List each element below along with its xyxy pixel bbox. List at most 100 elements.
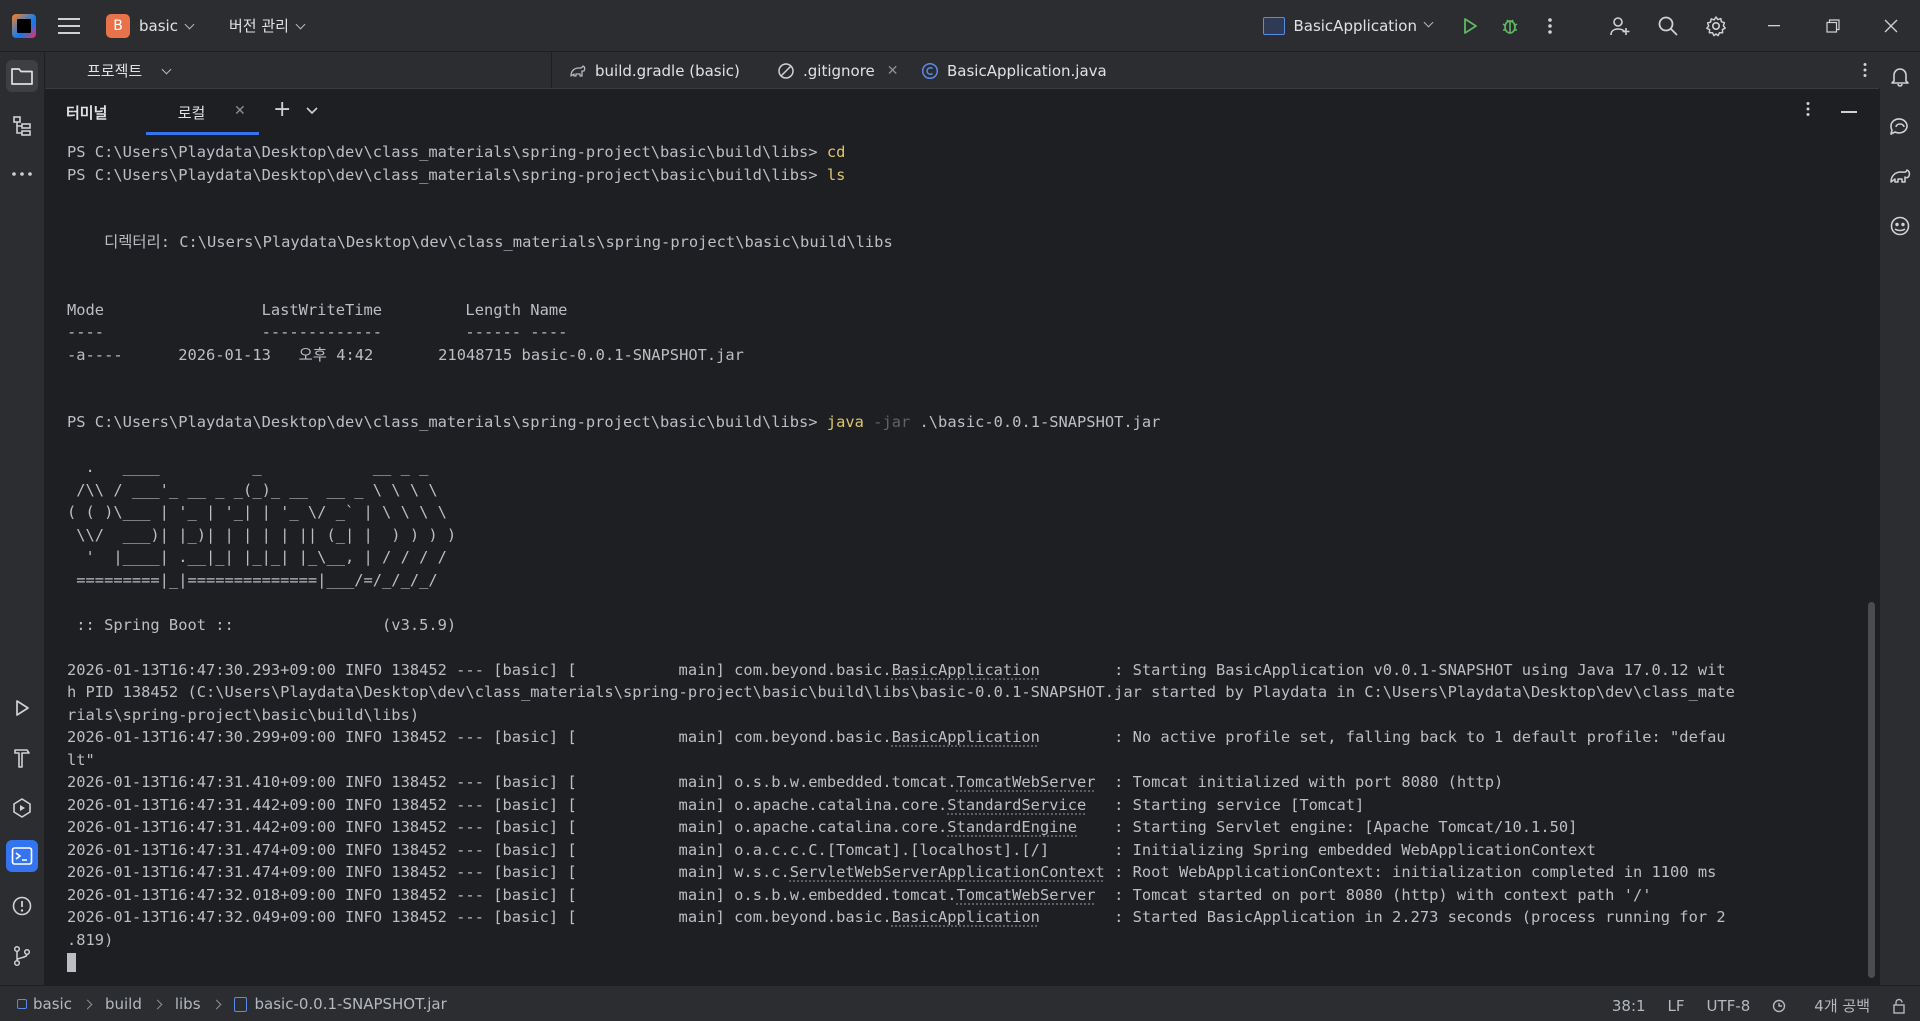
log-line: 2026-01-13T16:47:32.018+09:00 INFO 13845…: [67, 884, 1867, 907]
hide-panel-button[interactable]: [1841, 111, 1857, 113]
settings-button[interactable]: [1696, 6, 1736, 46]
structure-tool-button[interactable]: [6, 110, 38, 142]
terminal-tab-local[interactable]: 로컬 ✕: [146, 89, 259, 135]
code-with-me-button[interactable]: [1600, 6, 1640, 46]
services-tool-button[interactable]: [6, 792, 38, 824]
terminal-command-line: PS C:\Users\Playdata\Desktop\dev\class_m…: [67, 141, 1867, 164]
log-prefix: 2026-01-13T16:47:31.474+09:00 INFO 13845…: [67, 863, 734, 881]
project-tool-button[interactable]: [6, 60, 38, 92]
close-window-button[interactable]: [1862, 0, 1920, 51]
terminal-output-line: ---- ------------- ------ ----: [67, 321, 1867, 344]
project-name-label: basic: [139, 17, 178, 35]
project-badge[interactable]: B: [106, 14, 130, 38]
log-message: : Root WebApplicationContext: initializa…: [1105, 863, 1717, 881]
run-config-icon: [1263, 17, 1285, 35]
editor-tabs-menu-button[interactable]: [1862, 62, 1868, 82]
terminal-scrollbar[interactable]: [1868, 602, 1875, 978]
chevron-down-icon: [185, 19, 195, 29]
vcs-dropdown[interactable]: 버전 관리: [229, 15, 304, 36]
ai-assistant-icon: [1888, 115, 1912, 137]
problems-tool-button[interactable]: [6, 890, 38, 922]
indent-icon: [1772, 998, 1788, 1014]
chevron-right-icon: [152, 999, 162, 1009]
lock-icon[interactable]: [1892, 997, 1906, 1015]
tab-gitignore[interactable]: .gitignore ✕: [777, 60, 899, 82]
log-message: : Starting BasicApplication v0.0.1-SNAPS…: [1040, 661, 1726, 679]
ai-chat-button[interactable]: [1884, 110, 1916, 142]
logger-package: com.beyond.basic.: [734, 908, 892, 926]
copilot-button[interactable]: [1884, 210, 1916, 242]
terminal-text: rials\spring-project\basic\build\libs): [67, 706, 419, 724]
breadcrumb: basic build libs basic-0.0.1-SNAPSHOT.jar: [17, 995, 447, 1013]
git-tool-button[interactable]: [6, 940, 38, 972]
spring-banner-line: \\/ ___)| |_)| | | | | || (_| | ) ) ) ): [67, 524, 1867, 547]
terminal-text: /\\ / ___'_ __ _ _(_)_ __ __ _ \ \ \ \: [67, 481, 438, 499]
log-prefix: 2026-01-13T16:47:32.049+09:00 INFO 13845…: [67, 908, 734, 926]
editor-tab-bar: build.gradle (basic) .gitignore ✕ BasicA…: [551, 52, 1880, 88]
spring-boot-version-line: :: Spring Boot :: (v3.5.9): [67, 614, 1867, 637]
terminal-title: 터미널: [66, 102, 107, 123]
log-message: : Tomcat started on port 8080 (http) wit…: [1096, 886, 1652, 904]
tab-label: build.gradle (basic): [595, 62, 740, 80]
jar-file-icon: [234, 997, 247, 1012]
breadcrumb-item[interactable]: basic-0.0.1-SNAPSHOT.jar: [234, 995, 447, 1013]
run-button[interactable]: [1450, 6, 1490, 46]
log-line: 2026-01-13T16:47:31.474+09:00 INFO 13845…: [67, 839, 1867, 862]
breadcrumb-label: basic-0.0.1-SNAPSHOT.jar: [255, 995, 447, 1013]
terminal-options-dropdown[interactable]: [305, 101, 319, 119]
module-icon: [17, 999, 27, 1009]
notifications-button[interactable]: [1884, 60, 1916, 92]
spring-banner-line: =========|_|==============|___/=/_/_/_/: [67, 569, 1867, 592]
caret-position[interactable]: 38:1: [1612, 997, 1646, 1015]
status-bar: basic build libs basic-0.0.1-SNAPSHOT.jar 3…: [0, 985, 1920, 1021]
build-tool-button[interactable]: [6, 742, 38, 774]
line-separator[interactable]: LF: [1668, 997, 1685, 1015]
debug-button[interactable]: [1490, 6, 1530, 46]
prompt: PS C:\Users\Playdata\Desktop\dev\class_m…: [67, 166, 827, 184]
minimize-window-button[interactable]: [1746, 0, 1804, 51]
project-name-dropdown[interactable]: basic: [139, 17, 193, 35]
breadcrumb-item[interactable]: build: [105, 995, 142, 1013]
log-line-wrap: lt": [67, 749, 1867, 772]
file-encoding[interactable]: UTF-8: [1707, 997, 1751, 1015]
terminal-text: -a---- 2026-01-13 오후 4:42 21048715 basic…: [67, 346, 744, 364]
indent-setting[interactable]: 4개 공백: [1772, 995, 1870, 1016]
run-tool-button[interactable]: [6, 692, 38, 724]
logger-class: ServletWebServerApplicationContext: [790, 863, 1105, 881]
tab-build-gradle[interactable]: build.gradle (basic): [569, 60, 740, 82]
terminal-output[interactable]: PS C:\Users\Playdata\Desktop\dev\class_m…: [67, 141, 1867, 981]
breadcrumb-label: build: [105, 995, 142, 1013]
log-line-wrap: .819): [67, 929, 1867, 952]
run-icon: [12, 698, 32, 718]
more-tool-windows-button[interactable]: [6, 158, 38, 190]
terminal-tool-button[interactable]: [6, 840, 38, 872]
tab-label: BasicApplication.java: [947, 62, 1107, 80]
terminal-menu-button[interactable]: [1805, 101, 1811, 121]
gradle-elephant-icon: [1888, 165, 1912, 187]
close-tab-icon[interactable]: ✕: [234, 103, 246, 119]
terminal-output-line: Mode LastWriteTime Length Name: [67, 299, 1867, 322]
breadcrumb-item[interactable]: basic: [17, 995, 72, 1013]
terminal-text: \\/ ___)| |_)| | | | | || (_| | ) ) ) ): [67, 526, 456, 544]
copilot-icon: [1889, 215, 1911, 237]
breadcrumb-item[interactable]: libs: [175, 995, 201, 1013]
search-everywhere-button[interactable]: [1648, 6, 1688, 46]
chevron-down-icon: [1424, 18, 1434, 28]
terminal-text: 디렉터리: C:\Users\Playdata\Desktop\dev\clas…: [67, 233, 893, 251]
logger-class: TomcatWebServer: [957, 773, 1096, 791]
title-bar: B basic 버전 관리 BasicApplication: [0, 0, 1920, 52]
prompt-cursor-line: [67, 951, 1867, 974]
project-panel-header[interactable]: 프로젝트: [45, 52, 551, 88]
tab-basic-application[interactable]: BasicApplication.java: [921, 60, 1107, 82]
close-tab-icon[interactable]: ✕: [887, 63, 899, 79]
new-terminal-tab-button[interactable]: +: [273, 97, 291, 122]
run-configuration-dropdown[interactable]: BasicApplication: [1263, 17, 1432, 35]
terminal-header: 터미널 로컬 ✕ +: [45, 89, 1879, 135]
restore-window-button[interactable]: [1804, 0, 1862, 51]
gradle-tool-button[interactable]: [1884, 160, 1916, 192]
more-actions-button[interactable]: [1530, 6, 1570, 46]
ellipsis-icon: [11, 171, 33, 177]
intellij-logo-icon[interactable]: [12, 14, 36, 38]
main-menu-icon[interactable]: [58, 18, 80, 34]
logger-package: w.s.c.: [734, 863, 790, 881]
